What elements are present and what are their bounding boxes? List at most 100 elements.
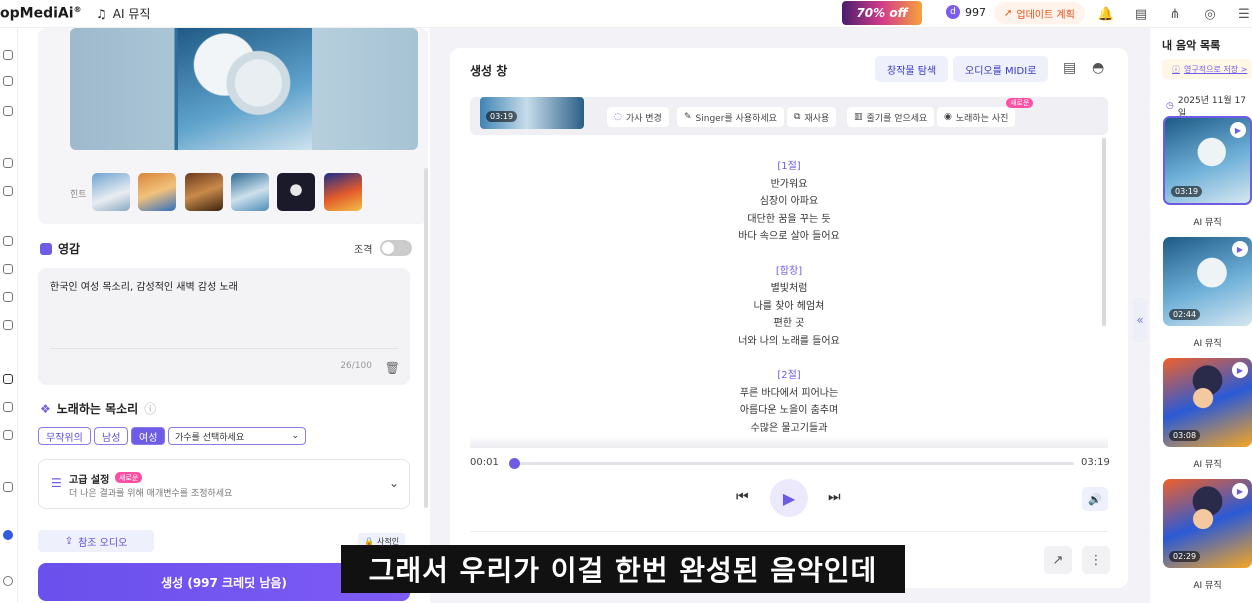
rail-tool-icon[interactable] bbox=[3, 106, 13, 116]
rocket-icon: ➚ bbox=[1004, 7, 1013, 19]
singer-select[interactable]: 가수를 선택하세요 ⌄ bbox=[168, 427, 306, 445]
upgrade-button[interactable]: ➚ 업데이트 계획 bbox=[994, 2, 1085, 24]
help-icon[interactable]: ⓘ bbox=[144, 400, 156, 417]
music-card-label: AI 뮤직 bbox=[1193, 581, 1222, 591]
lyrics-line: 별빛처럼 bbox=[770, 283, 808, 294]
rail-help-icon[interactable] bbox=[3, 482, 13, 492]
trash-icon[interactable]: 🗑 bbox=[385, 361, 400, 375]
discord-icon[interactable]: ◓ bbox=[1092, 60, 1104, 76]
mic-icon: ✎ bbox=[684, 112, 692, 122]
lyrics-section-tag: [합창] bbox=[775, 265, 803, 277]
rail-music-icon[interactable] bbox=[3, 76, 13, 86]
song-thumbnail[interactable]: 03:19 bbox=[480, 97, 584, 129]
play-icon[interactable]: ▶ bbox=[1232, 362, 1248, 378]
rail-image-icon[interactable] bbox=[3, 158, 13, 168]
lyrics-doc-icon[interactable]: ▤ bbox=[1063, 60, 1076, 76]
rail-mic-icon[interactable] bbox=[3, 292, 13, 302]
music-list-panel: 내 음악 목록 ⓘ 영구적으로 저장 > ◷ 2025년 11월 17일 ▶ 0… bbox=[1150, 28, 1252, 603]
prompt-counter: 26/100 bbox=[340, 361, 372, 371]
share-icon[interactable]: ↗ bbox=[1044, 546, 1072, 574]
hint-label: 힌트 bbox=[70, 190, 87, 200]
credit-coin-icon: d bbox=[946, 5, 960, 19]
voice-chip-random[interactable]: 무작위의 bbox=[38, 427, 91, 445]
voice-icon: ❖ bbox=[40, 401, 51, 416]
play-icon[interactable]: ▶ bbox=[1232, 241, 1248, 257]
audio-to-midi-button[interactable]: 오디오를 MIDI로 bbox=[953, 56, 1049, 82]
play-button[interactable]: ▶ bbox=[770, 479, 808, 517]
lyrics-section-tag: [2절] bbox=[777, 370, 801, 381]
new-badge: 새로운 bbox=[115, 472, 143, 483]
progress-knob[interactable] bbox=[508, 458, 520, 469]
rail-avatar-icon[interactable] bbox=[3, 530, 13, 540]
play-icon[interactable]: ▶ bbox=[1230, 122, 1246, 138]
use-singer-button[interactable]: ✎ Singer를 사용하세요 bbox=[677, 107, 784, 127]
music-card-label: AI 뮤직 bbox=[1193, 339, 1222, 349]
bell-icon[interactable]: 🔔 bbox=[1096, 4, 1116, 24]
lyrics-line: 심장이 아파요 bbox=[759, 196, 819, 207]
reference-image[interactable] bbox=[70, 28, 418, 150]
rail-info-icon[interactable] bbox=[3, 430, 13, 440]
globe-icon[interactable]: ◎ bbox=[1200, 4, 1220, 24]
lyrics-line: 수많은 물고기들과 bbox=[750, 422, 828, 434]
progress-bar[interactable] bbox=[508, 458, 1074, 469]
music-card[interactable]: ▶ 03:08 bbox=[1163, 358, 1252, 447]
rail-stem-icon[interactable] bbox=[3, 320, 13, 330]
rail-clock-icon[interactable] bbox=[3, 576, 13, 586]
music-card[interactable]: ▶ 03:19 bbox=[1163, 116, 1252, 205]
lyrics-line: 반가워요 bbox=[770, 178, 808, 190]
singing-photo-button[interactable]: ◉ 노래하는 사진 새로운 bbox=[937, 98, 1034, 127]
lyrics-line: 아름다운 노을이 춤추며 bbox=[739, 405, 839, 416]
song-toolbar: 03:19 ◌ 가사 변경 ✎ Singer를 사용하세요 ⧉ 재사용 ▥ 줄기… bbox=[470, 97, 1108, 135]
play-icon[interactable]: ▶ bbox=[1232, 483, 1248, 499]
reuse-button[interactable]: ⧉ 재사용 bbox=[787, 107, 837, 127]
menu-icon[interactable]: ☰ bbox=[1234, 4, 1252, 24]
rail-home-icon[interactable] bbox=[3, 50, 13, 60]
next-icon[interactable]: ⏭ bbox=[828, 489, 841, 505]
hint-thumb-astronaut[interactable] bbox=[277, 173, 315, 211]
share-nodes-icon[interactable]: ⋔ bbox=[1165, 4, 1185, 24]
previous-icon[interactable]: ⏮ bbox=[736, 489, 749, 505]
chevron-down-icon: ⌄ bbox=[291, 431, 299, 441]
info-icon: ⓘ bbox=[1172, 64, 1180, 74]
image-card: 힌트 bbox=[38, 28, 428, 224]
more-icon[interactable]: ⋮ bbox=[1082, 546, 1110, 574]
music-note-icon: ♫ bbox=[96, 6, 107, 21]
get-stems-button[interactable]: ▥ 줄기를 얻으세요 bbox=[847, 107, 935, 127]
advanced-settings[interactable]: ☰ 고급 설정 새로운 더 나은 결과를 위해 매개변수를 조정하세요 ⌄ bbox=[38, 459, 410, 509]
prompt-textarea[interactable]: 한국인 여성 목소리, 감성적인 새벽 감성 노래 26/100 🗑 bbox=[38, 268, 410, 385]
hint-thumb-dog[interactable] bbox=[185, 173, 223, 211]
reference-audio-button[interactable]: ⇪ 참조 오디오 bbox=[38, 530, 154, 552]
lyrics-scrollbar[interactable] bbox=[1102, 138, 1106, 326]
lyrics-section-tag: [1절] bbox=[777, 161, 801, 172]
rail-settings-icon[interactable] bbox=[3, 402, 13, 412]
hint-thumb-cat[interactable] bbox=[138, 173, 176, 211]
instrumental-toggle[interactable] bbox=[380, 240, 413, 256]
hint-thumb-fire[interactable] bbox=[324, 173, 362, 211]
promo-banner[interactable]: 70% off bbox=[842, 1, 922, 25]
change-lyrics-button[interactable]: ◌ 가사 변경 bbox=[607, 107, 669, 127]
volume-icon[interactable]: 🔊 bbox=[1082, 487, 1108, 511]
copy-icon: ⧉ bbox=[794, 112, 801, 122]
tab-ai-music[interactable]: ♫ AI 뮤직 bbox=[96, 5, 150, 22]
rail-effect-icon[interactable] bbox=[3, 264, 13, 274]
voice-chip-female[interactable]: 여성 bbox=[131, 427, 166, 445]
voice-chip-male[interactable]: 남성 bbox=[94, 427, 129, 445]
rail-voice-icon[interactable] bbox=[3, 186, 13, 196]
rail-library-icon[interactable] bbox=[3, 374, 13, 384]
explore-button[interactable]: 창작물 탐색 bbox=[875, 56, 949, 82]
left-scrollbar[interactable] bbox=[424, 168, 428, 508]
new-badge: 새로운 bbox=[1006, 98, 1034, 108]
app-logo[interactable]: opMediAi® bbox=[0, 5, 82, 22]
lyrics-gap bbox=[450, 246, 1128, 263]
hint-thumb-girl[interactable] bbox=[231, 173, 269, 211]
collapse-icon[interactable]: « bbox=[1133, 298, 1147, 342]
hint-thumb-bird[interactable] bbox=[92, 173, 130, 211]
rail-edit-icon[interactable] bbox=[3, 236, 13, 246]
sliders-icon: ☰ bbox=[51, 476, 62, 490]
credits-display[interactable]: d 997 bbox=[946, 5, 986, 19]
save-permanently-link[interactable]: ⓘ 영구적으로 저장 > bbox=[1162, 59, 1252, 79]
play-icon: ▶ bbox=[782, 488, 796, 508]
music-card[interactable]: ▶ 02:29 bbox=[1163, 479, 1252, 568]
music-card[interactable]: ▶ 02:44 bbox=[1163, 237, 1252, 326]
document-icon[interactable]: ▤ bbox=[1131, 4, 1151, 24]
